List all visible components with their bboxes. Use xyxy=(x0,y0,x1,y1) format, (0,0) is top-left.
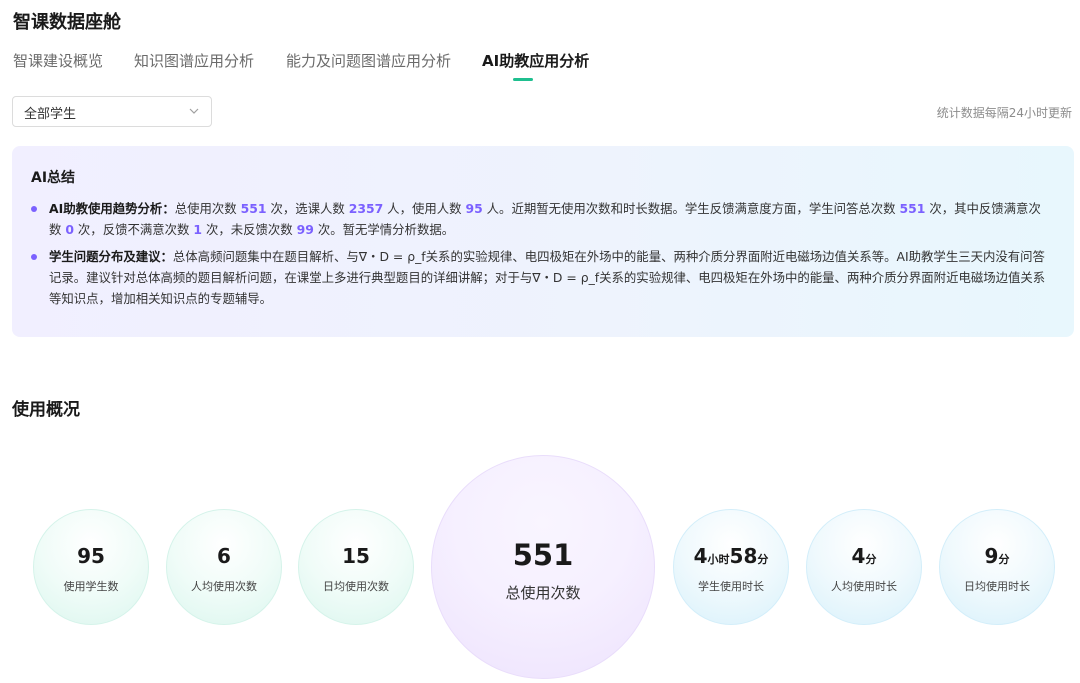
summary-item-usage-trend: AI助教使用趋势分析：总使用次数 551 次，选课人数 2357 人，使用人数 … xyxy=(31,198,1051,240)
usage-overview-title: 使用概况 xyxy=(12,400,80,420)
stat-label: 使用学生数 xyxy=(63,580,119,593)
minutes-unit: 分 xyxy=(865,553,877,566)
satisfied-count-value: 0 xyxy=(65,222,74,237)
active-tab-indicator xyxy=(513,78,533,81)
stat-label: 总使用次数 xyxy=(505,584,581,602)
hours-unit: 小时 xyxy=(707,553,730,566)
summary-text: 人。近期暂无使用次数和时长数据。学生反馈满意度方面，学生问答总次数 xyxy=(482,201,900,216)
student-filter-value: 全部学生 xyxy=(24,107,77,122)
stat-daily-uses-circle: 15 日均使用次数 xyxy=(298,509,414,625)
stat-label: 人均使用时长 xyxy=(831,580,897,593)
qa-total-value: 551 xyxy=(899,201,926,216)
tab-ai-assistant[interactable]: AI助教应用分析 xyxy=(482,50,589,71)
summary-text: 次，反馈不满意次数 xyxy=(73,222,194,237)
bullet-icon xyxy=(31,254,37,260)
summary-text: 次。暂无学情分析数据。 xyxy=(313,222,455,237)
tab-ability-graph[interactable]: 能力及问题图谱应用分析 xyxy=(286,50,451,71)
stat-label: 人均使用次数 xyxy=(191,580,257,593)
minutes-unit: 分 xyxy=(998,553,1010,566)
tab-course-overview[interactable]: 智课建设概览 xyxy=(13,50,103,71)
minutes-value: 58 xyxy=(729,544,758,568)
stat-value: 9分 xyxy=(940,544,1054,568)
summary-heading: AI助教使用趋势分析： xyxy=(49,201,175,216)
stat-students-circle: 95 使用学生数 xyxy=(33,509,149,625)
stat-label: 日均使用时长 xyxy=(964,580,1030,593)
summary-heading: 学生问题分布及建议： xyxy=(49,249,173,264)
ai-summary-title: AI总结 xyxy=(31,170,76,186)
tab-knowledge-graph[interactable]: 知识图谱应用分析 xyxy=(134,50,254,71)
stat-value: 4分 xyxy=(807,544,921,568)
chevron-down-icon xyxy=(189,108,199,114)
student-filter-select[interactable]: 全部学生 xyxy=(12,96,212,127)
stat-student-time-circle: 4小时58分 学生使用时长 xyxy=(673,509,789,625)
summary-text: 总体高频问题集中在题目解析、与∇・D = ρ_f关系的实验规律、电四极矩在外场中… xyxy=(49,249,1046,306)
stat-value: 4小时58分 xyxy=(674,544,788,568)
stat-label: 日均使用次数 xyxy=(323,580,389,593)
stat-value: 95 xyxy=(77,544,105,568)
unsatisfied-count-value: 1 xyxy=(193,222,202,237)
user-count-value: 95 xyxy=(465,201,483,216)
update-note: 统计数据每隔24小时更新 xyxy=(936,106,1072,120)
stat-total-uses-circle: 551 总使用次数 xyxy=(431,455,655,679)
stat-avg-time-circle: 4分 人均使用时长 xyxy=(806,509,922,625)
summary-text: 总使用次数 xyxy=(174,201,241,216)
stat-value: 551 xyxy=(512,538,574,572)
summary-text: 次，选课人数 xyxy=(266,201,349,216)
ai-summary-panel: AI总结 AI助教使用趋势分析：总使用次数 551 次，选课人数 2357 人，… xyxy=(12,146,1074,337)
summary-text: 人，使用人数 xyxy=(383,201,466,216)
hours-value: 4 xyxy=(693,544,708,568)
stat-value: 15 xyxy=(342,544,370,568)
stat-avg-uses-circle: 6 人均使用次数 xyxy=(166,509,282,625)
bullet-icon xyxy=(31,206,37,212)
no-feedback-count-value: 99 xyxy=(296,222,314,237)
stat-value: 6 xyxy=(217,544,231,568)
stat-label: 学生使用时长 xyxy=(698,580,764,593)
minutes-unit: 分 xyxy=(757,553,769,566)
minutes-value: 4 xyxy=(851,544,866,568)
summary-text: 次，未反馈次数 xyxy=(202,222,297,237)
stat-daily-time-circle: 9分 日均使用时长 xyxy=(939,509,1055,625)
summary-item-question-distribution: 学生问题分布及建议：总体高频问题集中在题目解析、与∇・D = ρ_f关系的实验规… xyxy=(31,246,1051,309)
enrolled-count-value: 2357 xyxy=(348,201,384,216)
total-uses-value: 551 xyxy=(240,201,267,216)
minutes-value: 9 xyxy=(984,544,999,568)
page-title: 智课数据座舱 xyxy=(13,12,121,33)
